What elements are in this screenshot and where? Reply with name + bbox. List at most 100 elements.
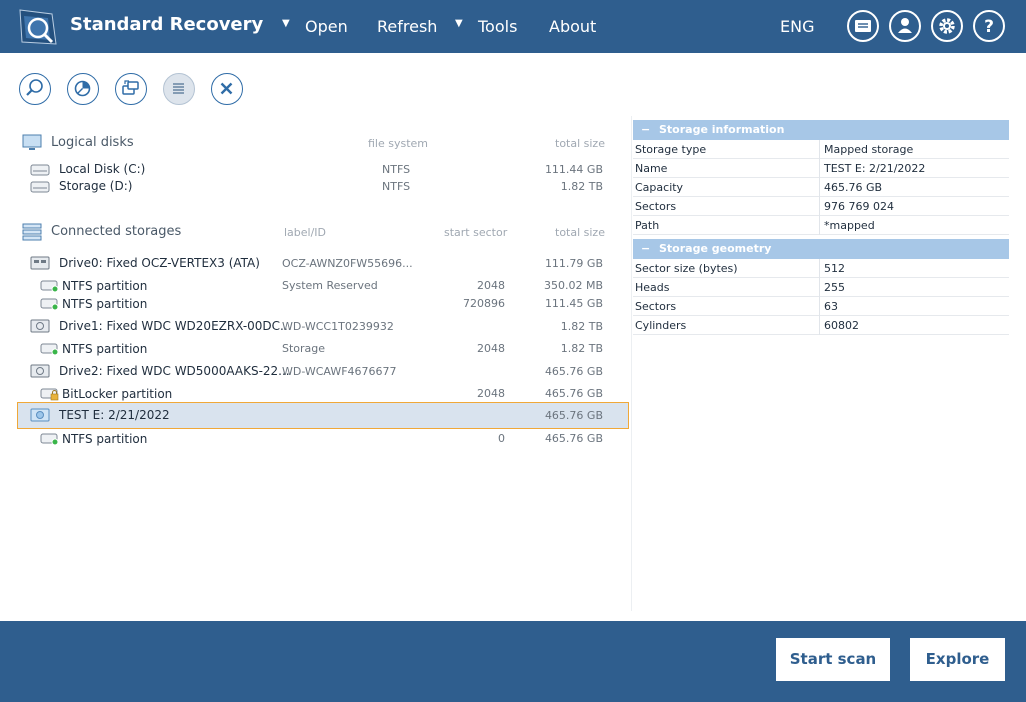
connected-storages-title: Connected storages — [51, 224, 182, 239]
disk-image-icon — [122, 80, 139, 95]
property-key: Sector size (bytes) — [635, 262, 738, 275]
storage-size: 1.82 TB — [560, 320, 603, 333]
disk-name: Local Disk (C:) — [59, 162, 146, 176]
svg-text:?: ? — [984, 17, 994, 37]
menu-tools[interactable]: Tools — [478, 17, 517, 36]
app-logo-icon — [19, 9, 57, 45]
search-button[interactable] — [19, 73, 51, 105]
property-value: 976 769 024 — [824, 200, 894, 213]
user-icon — [898, 18, 912, 33]
storage-name: Drive2: Fixed WDC WD5000AAKS-22... — [59, 364, 290, 378]
storage-name: NTFS partition — [62, 279, 148, 293]
property-value: Mapped storage — [824, 143, 914, 156]
property-key: Sectors — [635, 200, 677, 213]
property-row: Path *mapped — [633, 216, 1009, 235]
storage-stack-icon — [22, 223, 42, 241]
tools-dropdown-caret-icon[interactable]: ▼ — [455, 18, 463, 29]
app-title: Standard Recovery — [70, 14, 264, 35]
storage-label: WD-WCAWF4676677 — [282, 365, 397, 378]
close-storage-button[interactable] — [211, 73, 243, 105]
storage-size: 465.76 GB — [544, 432, 603, 445]
storage-start-sector: 2048 — [477, 279, 505, 292]
property-value: 512 — [824, 262, 845, 275]
property-key: Capacity — [635, 181, 684, 194]
col-header-total-size: total size — [555, 137, 605, 150]
property-value: 60802 — [824, 319, 859, 332]
disk-fs: NTFS — [382, 180, 411, 193]
property-row: Sectors 976 769 024 — [633, 197, 1009, 216]
start-scan-button[interactable]: Start scan — [776, 638, 890, 681]
partition-icon — [40, 433, 59, 446]
property-row: Sectors 63 — [633, 297, 1009, 316]
mapped-storage-icon — [30, 408, 50, 422]
menu-about[interactable]: About — [549, 17, 596, 36]
gear-icon — [939, 18, 955, 34]
storage-size: 111.79 GB — [544, 257, 603, 270]
property-key: Heads — [635, 281, 670, 294]
storage-size: 465.76 GB — [544, 387, 603, 400]
list-icon — [173, 83, 184, 94]
disk-size: 111.44 GB — [544, 163, 603, 176]
menu-open[interactable]: Open — [305, 17, 348, 36]
collapse-icon[interactable]: − — [641, 239, 659, 259]
property-value: TEST E: 2/21/2022 — [824, 162, 926, 175]
panel-splitter[interactable] — [631, 116, 632, 611]
open-dropdown-caret-icon[interactable]: ▼ — [282, 18, 290, 29]
storage-name: BitLocker partition — [62, 387, 173, 401]
property-key: Storage type — [635, 143, 707, 156]
messages-button[interactable] — [847, 10, 879, 42]
property-value: *mapped — [824, 219, 875, 232]
account-button[interactable] — [889, 10, 921, 42]
storage-information-header[interactable]: − Storage information — [633, 120, 1009, 140]
hard-drive-icon — [30, 164, 50, 176]
logical-disks-title: Logical disks — [51, 135, 134, 150]
disk-fs: NTFS — [382, 163, 411, 176]
property-key: Cylinders — [635, 319, 687, 332]
close-icon — [220, 82, 233, 95]
properties-button[interactable] — [163, 73, 195, 105]
property-value: 63 — [824, 300, 838, 313]
storage-name: Drive1: Fixed WDC WD20EZRX-00DC... — [59, 319, 292, 333]
storage-start-sector: 2048 — [477, 387, 505, 400]
storage-geometry-header[interactable]: − Storage geometry — [633, 239, 1009, 259]
storage-name: NTFS partition — [62, 342, 148, 356]
storage-size: 465.76 GB — [544, 365, 603, 378]
create-image-button[interactable] — [115, 73, 147, 105]
pie-chart-icon — [74, 80, 91, 97]
storage-label: WD-WCC1T0239932 — [282, 320, 394, 333]
drive-icon — [30, 319, 50, 333]
col-header-file-system: file system — [368, 137, 429, 150]
col-header-label-id: label/ID — [284, 226, 327, 239]
bottom-action-bar: Start scan Explore — [0, 621, 1026, 702]
bitlocker-lock-icon — [40, 388, 59, 401]
storage-label: Storage — [282, 342, 326, 355]
property-key: Path — [635, 219, 660, 232]
col-header-total-size: total size — [555, 226, 605, 239]
property-row: Cylinders 60802 — [633, 316, 1009, 335]
storage-geometry-panel: − Storage geometry Sector size (bytes) 512… — [633, 239, 1009, 335]
storage-name: NTFS partition — [62, 297, 148, 311]
drive-icon — [30, 256, 50, 270]
storage-size: 1.82 TB — [560, 342, 603, 355]
settings-button[interactable] — [931, 10, 963, 42]
disk-size: 1.82 TB — [560, 180, 603, 193]
storage-geometry-title: Storage geometry — [659, 242, 772, 255]
col-header-start-sector: start sector — [444, 226, 508, 239]
storage-information-panel: − Storage information Storage type Mapped … — [633, 120, 1009, 235]
storage-name: NTFS partition — [62, 432, 148, 446]
menu-refresh[interactable]: Refresh — [377, 17, 437, 36]
storage-start-sector: 2048 — [477, 342, 505, 355]
partition-icon — [40, 280, 59, 293]
help-button[interactable]: ? — [973, 10, 1005, 42]
storage-start-sector: 0 — [498, 432, 505, 445]
storage-label: OCZ-AWNZ0FW55696... — [282, 257, 413, 270]
property-row: Storage type Mapped storage — [633, 140, 1009, 159]
messages-icon — [855, 20, 871, 32]
explore-button[interactable]: Explore — [910, 638, 1005, 681]
drive-icon — [30, 364, 50, 378]
property-key: Sectors — [635, 300, 677, 313]
partition-icon — [40, 343, 59, 356]
language-selector[interactable]: ENG — [780, 17, 814, 36]
collapse-icon[interactable]: − — [641, 120, 659, 140]
disk-usage-button[interactable] — [67, 73, 99, 105]
